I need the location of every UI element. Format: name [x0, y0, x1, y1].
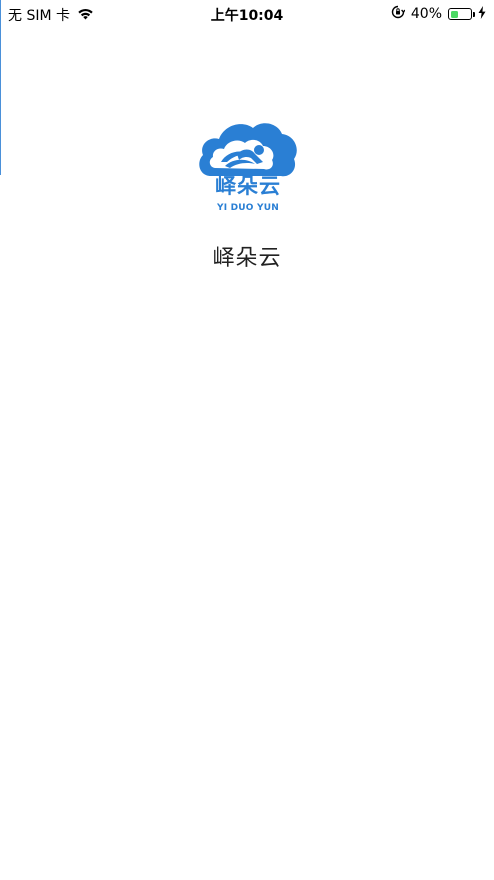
app-name-label: 峄朵云: [212, 246, 282, 271]
app-logo: 峄朵云 YI DUO YUN: [197, 118, 299, 218]
charging-icon: [478, 5, 486, 23]
logo-chinese-text: 峄朵云: [215, 174, 281, 198]
splash-screen: 无 SIM 卡 上午10:04 40% 峄朵云 YI DUO YUN 峄朵云: [0, 0, 494, 880]
battery-cap: [473, 12, 475, 17]
status-bar: 无 SIM 卡 上午10:04 40%: [0, 0, 494, 28]
battery-percent: 40%: [410, 6, 442, 22]
orientation-lock-icon: [391, 5, 406, 23]
battery-level-fill: [450, 10, 458, 18]
battery-icon: [448, 8, 475, 20]
logo-english-text: YI DUO YUN: [217, 203, 279, 213]
status-right: 40%: [391, 5, 486, 23]
cloud-logo-icon: [199, 123, 297, 177]
